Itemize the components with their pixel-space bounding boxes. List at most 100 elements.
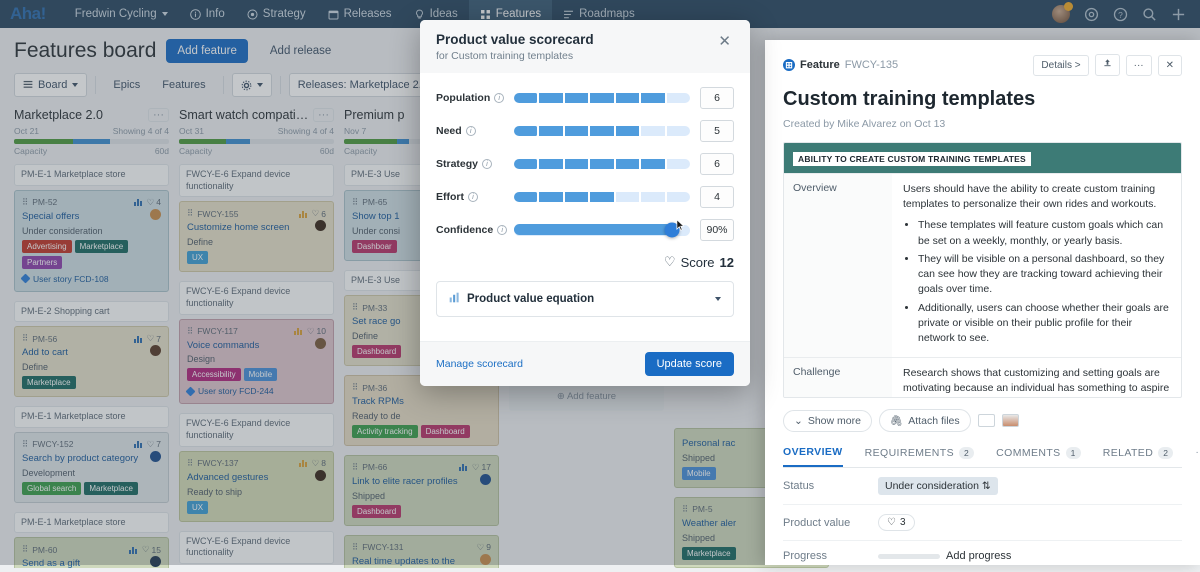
manage-scorecard-link[interactable]: Manage scorecard: [436, 358, 523, 370]
info-icon[interactable]: i: [466, 126, 476, 136]
equation-icon: [449, 292, 460, 306]
show-more-button[interactable]: ⌄ Show more: [783, 410, 872, 432]
scorecard-row-confidence: Confidence i 90%: [436, 219, 734, 241]
show-more-label: Show more: [808, 415, 861, 427]
total-score: ♡ Score 12: [436, 252, 734, 281]
segment[interactable]: [616, 126, 639, 136]
field-row-status: Status Under consideration ⇅: [783, 468, 1182, 505]
field-key: Product value: [783, 517, 878, 529]
row-label-text: Population: [436, 92, 490, 104]
row-label: Strategy i: [436, 158, 514, 170]
segment[interactable]: [667, 126, 690, 136]
add-progress-link[interactable]: Add progress: [946, 550, 1011, 562]
segment[interactable]: [616, 159, 639, 169]
equation-select[interactable]: Product value equation: [436, 281, 734, 317]
product-value-badge[interactable]: ♡3: [878, 514, 915, 531]
segment[interactable]: [565, 192, 588, 202]
row-label-text: Need: [436, 125, 462, 137]
strategy-slider[interactable]: [514, 159, 690, 169]
details-button[interactable]: Details >: [1033, 55, 1088, 76]
image-thumbnail-icon[interactable]: [1002, 414, 1019, 427]
segment[interactable]: [667, 159, 690, 169]
segment[interactable]: [514, 159, 537, 169]
population-value-input[interactable]: 6: [700, 87, 734, 109]
tab-overview[interactable]: OVERVIEW: [783, 446, 843, 467]
confidence-slider[interactable]: [514, 224, 690, 236]
tab-count: 2: [1158, 447, 1173, 459]
segment[interactable]: [565, 159, 588, 169]
row-label-text: Strategy: [436, 158, 478, 170]
effort-slider[interactable]: [514, 192, 690, 202]
tab-label: COMMENTS: [996, 447, 1060, 459]
segment[interactable]: [590, 93, 613, 103]
segment[interactable]: [514, 93, 537, 103]
segment[interactable]: [590, 192, 613, 202]
modal-body: Population i 6 Need i: [420, 73, 750, 341]
segment[interactable]: [590, 159, 613, 169]
close-panel-button[interactable]: ✕: [1158, 55, 1182, 76]
population-slider[interactable]: [514, 93, 690, 103]
segment[interactable]: [616, 93, 639, 103]
feature-icon: [783, 59, 795, 71]
segment[interactable]: [641, 126, 664, 136]
effort-value-input[interactable]: 4: [700, 186, 734, 208]
whiteboard-icon[interactable]: [978, 414, 995, 427]
detail-created-by: Created by Mike Alvarez on Oct 13: [783, 118, 1182, 130]
segment[interactable]: [539, 126, 562, 136]
row-label: Need i: [436, 125, 514, 137]
status-badge[interactable]: Under consideration ⇅: [878, 477, 998, 495]
close-icon[interactable]: ✕: [715, 32, 734, 51]
info-icon[interactable]: i: [497, 225, 507, 235]
segment[interactable]: [539, 192, 562, 202]
segment[interactable]: [539, 93, 562, 103]
segment[interactable]: [514, 126, 537, 136]
status-label: Under consideration: [885, 480, 979, 492]
modal-subtitle: for Custom training templates: [436, 50, 594, 62]
tab-count: 1: [1066, 447, 1081, 459]
modal-title: Product value scorecard: [436, 32, 594, 47]
segment[interactable]: [667, 93, 690, 103]
strategy-value-input[interactable]: 6: [700, 153, 734, 175]
tab-requirements[interactable]: REQUIREMENTS 2: [865, 446, 975, 467]
product-value-scorecard-modal: Product value scorecard for Custom train…: [420, 20, 750, 386]
field-row-product-value: Product value ♡3: [783, 505, 1182, 541]
info-icon[interactable]: i: [482, 159, 492, 169]
attach-files-button[interactable]: 🖇 Attach files: [879, 409, 971, 432]
scorecard-icon: ♡: [664, 254, 676, 270]
need-value-input[interactable]: 5: [700, 120, 734, 142]
share-button[interactable]: [1095, 54, 1120, 76]
info-icon[interactable]: i: [468, 192, 478, 202]
need-slider[interactable]: [514, 126, 690, 136]
field-value: Add progress: [878, 550, 1011, 562]
doc-banner: ABILITY TO CREATE CUSTOM TRAINING TEMPLA…: [784, 143, 1181, 173]
segment[interactable]: [616, 192, 639, 202]
tab-related[interactable]: RELATED2: [1103, 446, 1174, 467]
segment[interactable]: [565, 126, 588, 136]
progress-bar[interactable]: [878, 554, 940, 559]
row-label: Effort i: [436, 191, 514, 203]
chevron-down-icon: [715, 297, 721, 301]
row-label-text: Effort: [436, 191, 464, 203]
tab-label: REQUIREMENTS: [865, 447, 954, 459]
segment[interactable]: [641, 159, 664, 169]
segment[interactable]: [641, 93, 664, 103]
segment[interactable]: [539, 159, 562, 169]
segment[interactable]: [590, 126, 613, 136]
tab-count: 2: [959, 447, 974, 459]
tab-comments[interactable]: COMMENTS 1: [996, 446, 1081, 467]
confidence-value-input[interactable]: 90%: [700, 219, 734, 241]
update-score-button[interactable]: Update score: [645, 352, 734, 376]
modal-footer: Manage scorecard Update score: [420, 341, 750, 386]
segment[interactable]: [565, 93, 588, 103]
bullet: Additionally, users can choose whether t…: [918, 301, 1170, 347]
segment[interactable]: [667, 192, 690, 202]
segment[interactable]: [641, 192, 664, 202]
more-options-button[interactable]: ···: [1126, 55, 1152, 76]
scorecard-row-population: Population i 6: [436, 87, 734, 109]
segment[interactable]: [514, 192, 537, 202]
info-icon[interactable]: i: [494, 93, 504, 103]
field-value: ♡3: [878, 514, 915, 531]
paperclip-icon: 🖇: [890, 414, 903, 427]
tabs-overflow-button[interactable]: ···: [1195, 446, 1200, 467]
row-label: Population i: [436, 92, 514, 104]
